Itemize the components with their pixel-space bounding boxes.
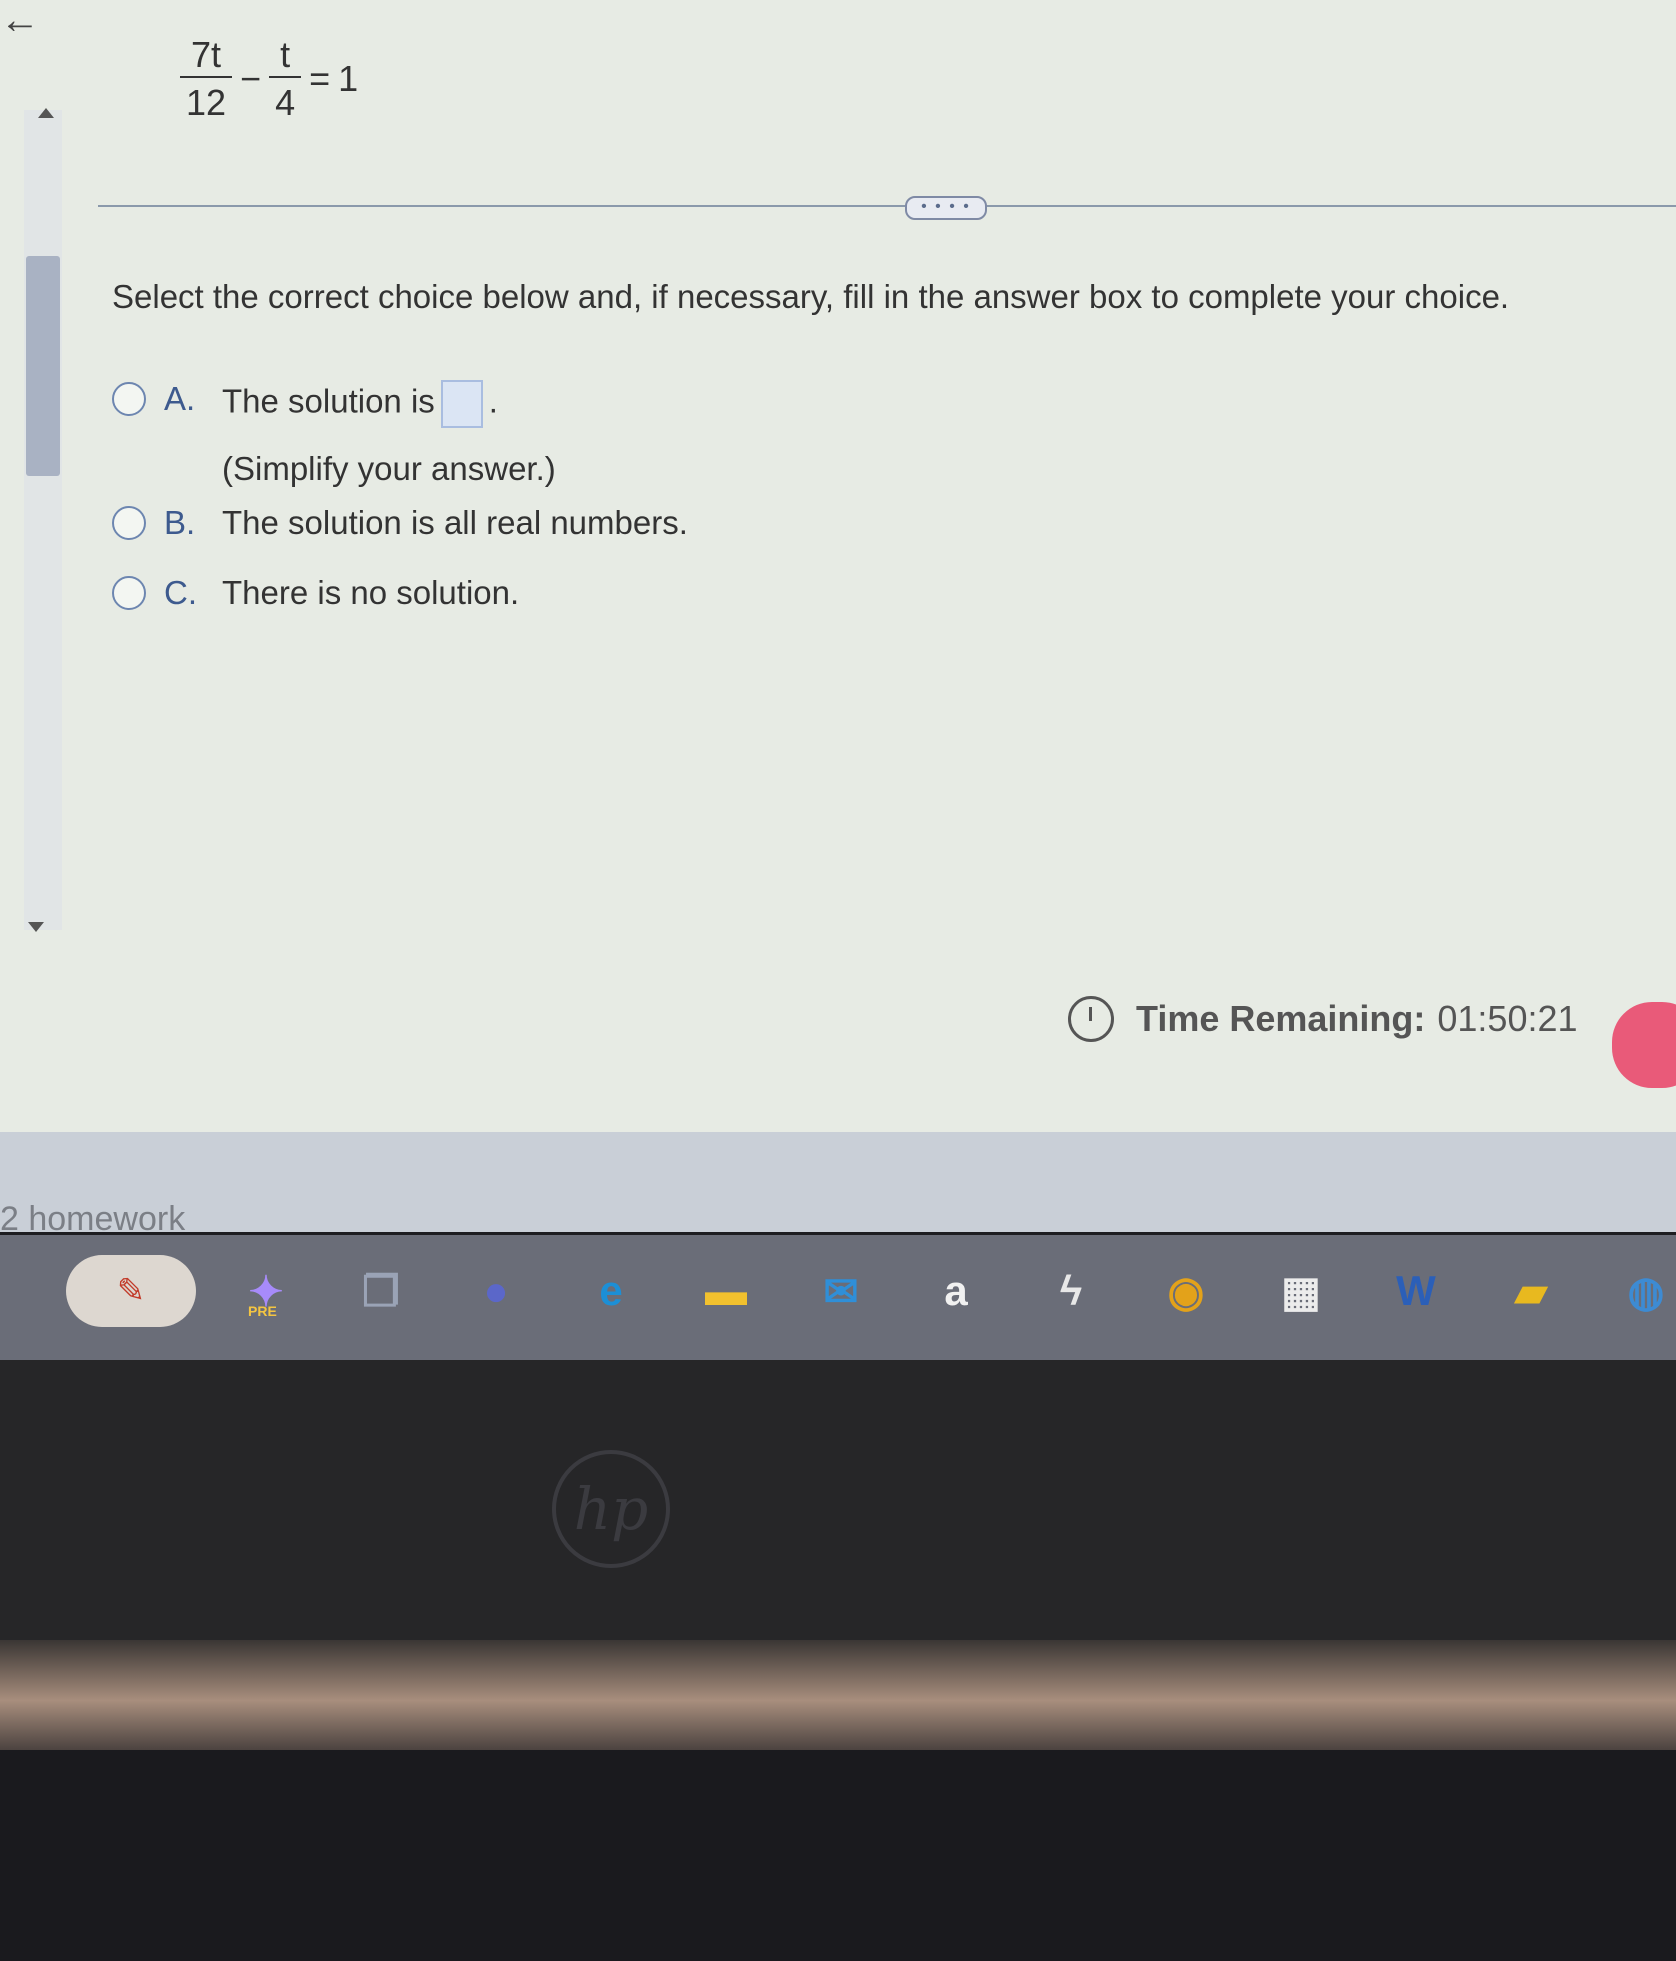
fraction-t-over-4: t 4 <box>269 34 302 124</box>
clock-icon <box>1068 996 1114 1042</box>
edge-icon[interactable]: e <box>575 1255 647 1327</box>
choice-c[interactable]: C. There is no solution. <box>112 574 519 612</box>
timer-value: 01:50:21 <box>1437 998 1578 1039</box>
back-arrow-icon[interactable]: ← <box>0 0 50 40</box>
preview-badge: PRE <box>248 1303 277 1319</box>
fraction-7t-over-12: 7t 12 <box>180 34 233 124</box>
choice-b[interactable]: B. The solution is all real numbers. <box>112 504 688 542</box>
scroll-down-icon[interactable] <box>28 922 44 932</box>
choice-b-text: The solution is all real numbers. <box>222 504 688 541</box>
laptop-hinge <box>0 1640 1676 1750</box>
page-footer <box>0 1132 1676 1232</box>
laptop-keyboard <box>0 1750 1676 1961</box>
minus-sign: − <box>240 58 262 99</box>
laptop-bezel <box>0 1360 1676 1640</box>
scroll-up-icon[interactable] <box>38 108 54 118</box>
choice-a-letter: A. <box>164 380 196 417</box>
video-call-icon[interactable]: ● <box>460 1255 532 1327</box>
mail-icon[interactable]: ✉ <box>805 1255 877 1327</box>
choice-a-hint: (Simplify your answer.) <box>222 450 556 487</box>
choice-a-text: The solution is <box>222 382 435 420</box>
timer-label: Time Remaining: <box>1136 998 1426 1039</box>
instruction-text: Select the correct choice below and, if … <box>112 278 1510 315</box>
lightning-app-icon[interactable]: ϟ <box>1035 1255 1107 1327</box>
choice-b-letter: B. <box>164 504 196 541</box>
scrollbar-track[interactable] <box>24 110 62 930</box>
equation: 7t 12 − t 4 = 1 <box>180 34 358 124</box>
divider-handle[interactable]: • • • • <box>905 196 987 220</box>
time-remaining: Time Remaining: 01:50:21 <box>1068 996 1578 1042</box>
equation-rhs: 1 <box>338 58 359 99</box>
choice-b-radio[interactable] <box>112 506 146 540</box>
windows-taskbar: ✎ ✦ PRE ❐ ● e ▬ ✉ a ϟ ◉ ▦ W ▰ ◍ <box>0 1235 1676 1360</box>
choice-c-text: There is no solution. <box>222 574 520 611</box>
app-icon[interactable]: ◍ <box>1610 1255 1676 1327</box>
sticky-notes-icon[interactable]: ▰ <box>1495 1255 1567 1327</box>
answer-input-box[interactable] <box>440 380 483 428</box>
choice-a[interactable]: A. The solution is. (Simplify your answe… <box>112 380 556 488</box>
homework-label: 2 homework <box>0 1200 186 1238</box>
section-divider <box>98 205 1676 207</box>
choice-a-body: The solution is. (Simplify your answer.) <box>222 380 556 488</box>
choice-c-letter: C. <box>164 574 197 611</box>
choice-c-radio[interactable] <box>112 576 146 610</box>
next-button[interactable] <box>1612 1002 1676 1088</box>
equals-sign: = <box>309 58 331 99</box>
scrollbar-thumb[interactable] <box>26 256 60 476</box>
copilot-icon[interactable]: ✦ PRE <box>230 1255 302 1327</box>
choice-a-radio[interactable] <box>112 382 146 416</box>
word-icon[interactable]: W <box>1380 1255 1452 1327</box>
browser-screen: ← 7t 12 − t 4 = 1 • • • • Select the cor… <box>0 0 1676 1138</box>
task-view-icon[interactable]: ❐ <box>345 1255 417 1327</box>
chrome-icon[interactable]: ◉ <box>1150 1255 1222 1327</box>
hp-logo: hp <box>552 1450 670 1568</box>
file-explorer-icon[interactable]: ▬ <box>690 1255 762 1327</box>
search-icon[interactable]: ✎ <box>66 1255 196 1327</box>
store-icon[interactable]: ▦ <box>1265 1255 1337 1327</box>
amazon-icon[interactable]: a <box>920 1255 992 1327</box>
